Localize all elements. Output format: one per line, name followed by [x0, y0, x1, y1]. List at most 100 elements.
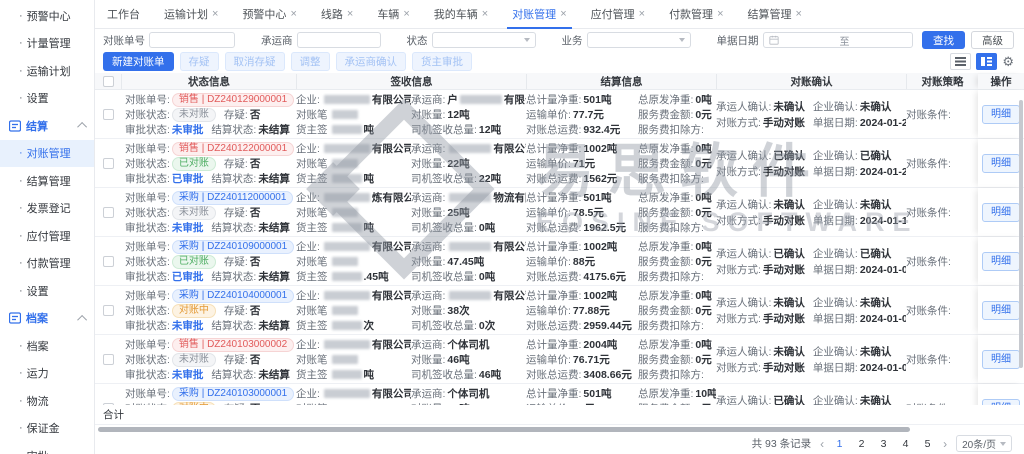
orig-net-value: 10吨: [695, 388, 716, 400]
table-row: 对账单号:采购 | DZ240103000001 对账状态:对账中存疑:否 审批…: [95, 384, 1024, 405]
sidebar-item[interactable]: · 付款管理: [0, 250, 94, 278]
chevron-up-icon[interactable]: [77, 315, 87, 325]
sidebar-item[interactable]: · 结算管理: [0, 167, 94, 195]
detail-button[interactable]: 明细: [982, 350, 1020, 369]
row-checkbox[interactable]: [95, 384, 121, 405]
doubt-button[interactable]: 存疑: [180, 52, 219, 71]
vertical-scrollbar[interactable]: [1019, 100, 1023, 368]
bullet-icon: ·: [19, 147, 23, 159]
sidebar-item[interactable]: · 计量管理: [0, 30, 94, 58]
list-view-button[interactable]: [950, 53, 971, 70]
order-no-input[interactable]: [149, 32, 235, 48]
owner-approve-button[interactable]: 货主审批: [412, 52, 472, 71]
sidebar-item[interactable]: · 审批: [0, 442, 94, 454]
tab-close-icon[interactable]: ×: [290, 9, 296, 20]
tab[interactable]: 应付管理 ×: [591, 0, 645, 28]
next-page-icon[interactable]: ›: [943, 438, 947, 450]
tab-close-icon[interactable]: ×: [717, 9, 723, 20]
tab[interactable]: 车辆 ×: [377, 0, 409, 28]
tab[interactable]: 运输计划 ×: [164, 0, 218, 28]
tab[interactable]: 结算管理 ×: [748, 0, 802, 28]
row-checkbox[interactable]: [95, 90, 121, 138]
tab-close-icon[interactable]: ×: [347, 9, 353, 20]
page-number[interactable]: 1: [833, 438, 846, 450]
total-freight-value: 1562元: [583, 173, 617, 185]
tab[interactable]: 付款管理 ×: [669, 0, 723, 28]
status-info-cell: 对账单号:销售 | DZ240122000001 对账状态:已对账存疑:否 审批…: [121, 139, 296, 187]
detail-button[interactable]: 明细: [982, 301, 1020, 320]
recon-method-value: 手动对账: [763, 215, 805, 227]
page-number[interactable]: 2: [855, 438, 868, 450]
new-recon-button[interactable]: 新建对账单: [103, 52, 174, 71]
tab-close-icon[interactable]: ×: [482, 9, 488, 20]
status-info-cell: 对账单号:采购 | DZ240104000001 对账状态:对账中存疑:否 审批…: [121, 286, 296, 334]
page-number[interactable]: 5: [921, 438, 934, 450]
row-checkbox[interactable]: [95, 335, 121, 383]
settle-status-value: 未结算: [258, 320, 290, 332]
tab[interactable]: 预警中心 ×: [242, 0, 296, 28]
sidebar-item[interactable]: · 预警中心: [0, 2, 94, 30]
company-value: 有限公司: [322, 339, 411, 351]
sidebar-item[interactable]: · 运输计划: [0, 57, 94, 85]
sidebar-item[interactable]: · 对账管理: [0, 140, 94, 168]
gear-icon[interactable]: ⚙: [1002, 55, 1014, 68]
recon-method-value: 手动对账: [763, 313, 805, 325]
unit-price-value: 77.88元: [573, 305, 610, 317]
total-label: 合计: [103, 407, 124, 422]
sidebar-item[interactable]: · 设置: [0, 85, 94, 113]
doubt-value: 否: [250, 305, 261, 317]
recon-confirm-cell: 承运人确认:未确认企业确认:未确认 对账方式:手动对账单据日期:2024-01-…: [716, 90, 906, 138]
detail-button[interactable]: 明细: [982, 203, 1020, 222]
approve-status-value: 未审批: [172, 369, 204, 381]
page-number[interactable]: 3: [877, 438, 890, 450]
chevron-up-icon[interactable]: [77, 122, 87, 132]
date-range-picker[interactable]: 至: [763, 32, 913, 48]
horizontal-scrollbar[interactable]: [98, 427, 910, 432]
tab-close-icon[interactable]: ×: [212, 9, 218, 20]
status-select[interactable]: [432, 32, 536, 48]
sidebar-item[interactable]: · 档案: [0, 332, 94, 360]
doc-date-value: 2024-01-22: [860, 166, 906, 178]
sidebar-item[interactable]: · 发票登记: [0, 195, 94, 223]
carrier-input[interactable]: [297, 32, 381, 48]
cancel-doubt-button[interactable]: 取消存疑: [225, 52, 285, 71]
detail-button[interactable]: 明细: [982, 154, 1020, 173]
tab-close-icon[interactable]: ×: [639, 9, 645, 20]
row-checkbox[interactable]: [95, 188, 121, 236]
page-number[interactable]: 4: [899, 438, 912, 450]
tab-close-icon[interactable]: ×: [796, 9, 802, 20]
sidebar-item[interactable]: · 运力: [0, 360, 94, 388]
sidebar-item[interactable]: · 设置: [0, 277, 94, 305]
select-all-checkbox[interactable]: [95, 76, 121, 87]
adjust-button[interactable]: 调整: [291, 52, 330, 71]
tab[interactable]: 工作台: [107, 0, 140, 28]
sidebar-section[interactable]: 档案: [0, 305, 94, 333]
sidebar-item[interactable]: · 保证金: [0, 415, 94, 443]
prev-page-icon[interactable]: ‹: [820, 438, 824, 450]
row-checkbox[interactable]: [95, 139, 121, 187]
detail-view-button[interactable]: [976, 53, 997, 70]
advanced-button[interactable]: 高级: [971, 31, 1014, 49]
sign-info-cell: 企业:炼有限公司 对账笔 货主签吨 承运商:物流有限公司 对账量:25吨 司机签…: [296, 188, 526, 236]
tab[interactable]: 线路 ×: [321, 0, 353, 28]
row-checkbox[interactable]: [95, 237, 121, 285]
settle-status-value: 未结算: [258, 173, 290, 185]
chevron-down-icon: [524, 38, 530, 42]
row-checkbox[interactable]: [95, 286, 121, 334]
search-button[interactable]: 查找: [922, 31, 965, 49]
detail-button[interactable]: 明细: [982, 105, 1020, 124]
tab-close-icon[interactable]: ×: [403, 9, 409, 20]
tab[interactable]: 对账管理 ×: [512, 0, 566, 28]
carrier-confirm-button[interactable]: 承运商确认: [336, 52, 407, 71]
sidebar-section[interactable]: 结算: [0, 112, 94, 140]
tab[interactable]: 我的车辆 ×: [434, 0, 488, 28]
doc-date-value: 2024-01-04: [860, 313, 906, 325]
detail-button[interactable]: 明细: [982, 252, 1020, 271]
sidebar-item[interactable]: · 应付管理: [0, 222, 94, 250]
tab-close-icon[interactable]: ×: [560, 9, 566, 20]
sidebar-item[interactable]: · 物流: [0, 387, 94, 415]
table-row: 对账单号:销售 | DZ240122000001 对账状态:已对账存疑:否 审批…: [95, 139, 1024, 188]
page-size-select[interactable]: 20条/页: [956, 435, 1012, 452]
recon-confirm-cell: 承运人确认:未确认企业确认:未确认 对账方式:手动对账单据日期:2024-01-…: [716, 286, 906, 334]
business-select[interactable]: [587, 32, 691, 48]
